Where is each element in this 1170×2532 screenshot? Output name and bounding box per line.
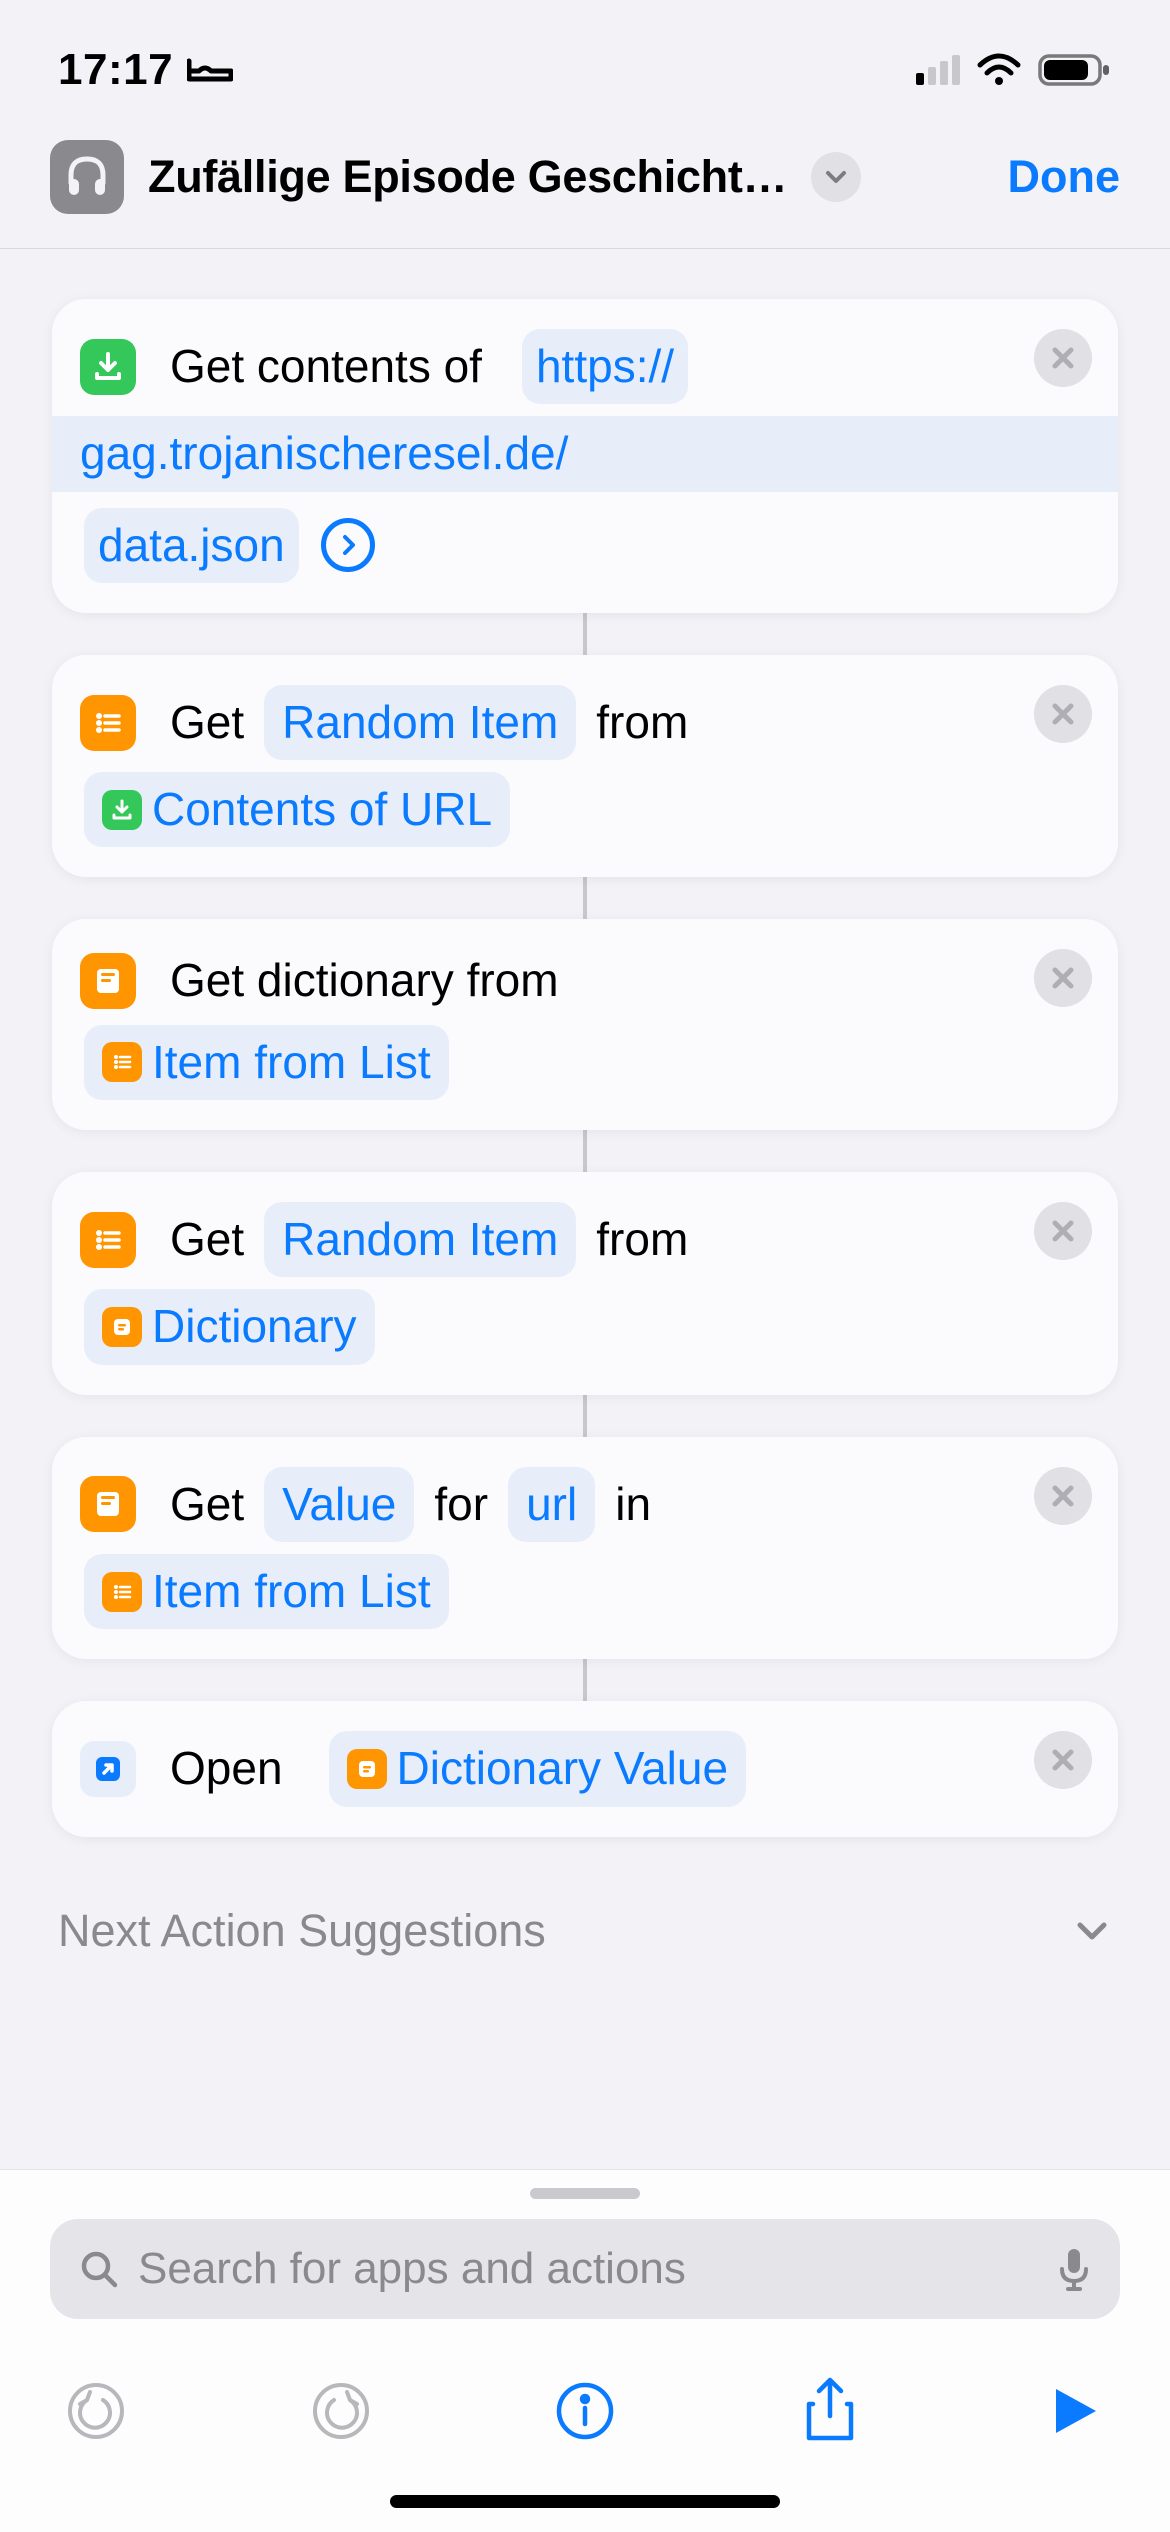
delete-action-button[interactable] [1034,1467,1092,1525]
key-token[interactable]: url [508,1467,595,1542]
variable-label: Contents of URL [152,774,492,845]
done-button[interactable]: Done [1008,151,1121,203]
variable-label: Dictionary [152,1291,357,1362]
box-icon [347,1749,387,1789]
search-icon [78,2248,120,2290]
action-label: from [596,1204,688,1275]
list-icon [102,1042,142,1082]
url-token[interactable]: gag.trojanischeresel.de/ [52,416,1118,491]
action-get-item-from-list[interactable]: Get Random Item from Dictionary [52,1172,1118,1395]
book-icon [80,953,136,1009]
play-button[interactable] [1038,2375,1110,2447]
share-button[interactable] [794,2375,866,2447]
connector [583,1395,587,1437]
redo-button[interactable] [305,2375,377,2447]
connector [583,613,587,655]
download-icon [80,339,136,395]
variable-token[interactable]: Contents of URL [84,772,510,847]
variable-token[interactable]: Item from List [84,1025,449,1100]
delete-action-button[interactable] [1034,1731,1092,1789]
bed-icon [187,55,233,85]
param-token[interactable]: Value [264,1467,414,1542]
action-label: from [596,687,688,758]
delete-action-button[interactable] [1034,685,1092,743]
search-field[interactable]: Search for apps and actions [50,2219,1120,2319]
variable-label: Item from List [152,1027,431,1098]
bottom-panel: Search for apps and actions [0,2169,1170,2532]
url-token[interactable]: https:// [522,329,688,404]
delete-action-button[interactable] [1034,329,1092,387]
action-get-dictionary-value[interactable]: Get Value for url in Item from List [52,1437,1118,1660]
box-icon [102,1307,142,1347]
status-right [916,52,1112,88]
delete-action-button[interactable] [1034,1202,1092,1260]
variable-label: Item from List [152,1556,431,1627]
variable-label: Dictionary Value [397,1733,729,1804]
actions-list: Get contents of https:// gag.trojanische… [0,249,1170,1957]
action-get-item-from-list[interactable]: Get Random Item from Contents of URL [52,655,1118,878]
connector [583,1659,587,1701]
action-label: in [615,1469,651,1540]
arrow-out-icon [80,1741,136,1797]
status-bar: 17:17 [0,0,1170,120]
undo-button[interactable] [60,2375,132,2447]
dictation-icon[interactable] [1056,2245,1092,2293]
list-icon [102,1572,142,1612]
action-get-dictionary-from-input[interactable]: Get dictionary from Item from List [52,919,1118,1130]
action-label: Get [170,1204,244,1275]
variable-token[interactable]: Dictionary [84,1289,375,1364]
download-icon [102,790,142,830]
status-time: 17:17 [58,45,173,95]
expand-action-button[interactable] [321,518,375,572]
connector [583,877,587,919]
action-label: Open [170,1733,283,1804]
action-label: Get [170,687,244,758]
list-icon [80,1212,136,1268]
param-token[interactable]: Random Item [264,1202,576,1277]
action-label: Get dictionary from [170,945,559,1016]
action-label: Get [170,1469,244,1540]
status-left: 17:17 [58,45,233,95]
shortcut-title[interactable]: Zufällige Episode Geschicht… [148,151,787,203]
drag-handle[interactable] [530,2188,640,2199]
title-menu-button[interactable] [811,152,861,202]
param-token[interactable]: Random Item [264,685,576,760]
cellular-signal-icon [916,55,960,85]
editor-header: Zufällige Episode Geschicht… Done [0,120,1170,249]
action-label: for [434,1469,488,1540]
action-label: Get contents of [170,331,482,402]
variable-token[interactable]: Item from List [84,1554,449,1629]
action-get-contents-of-url[interactable]: Get contents of https:// gag.trojanische… [52,299,1118,613]
book-icon [80,1476,136,1532]
suggestions-label: Next Action Suggestions [58,1905,546,1957]
list-icon [80,695,136,751]
wifi-icon [976,53,1022,87]
home-indicator[interactable] [390,2495,780,2508]
battery-icon [1038,52,1112,88]
connector [583,1130,587,1172]
action-open-url[interactable]: Open Dictionary Value [52,1701,1118,1836]
url-token[interactable]: data.json [84,508,299,583]
search-placeholder: Search for apps and actions [138,2244,1038,2294]
next-action-suggestions-header[interactable]: Next Action Suggestions [52,1905,1118,1957]
chevron-down-icon [1072,1911,1112,1951]
info-button[interactable] [549,2375,621,2447]
bottom-toolbar [0,2319,1170,2479]
variable-token[interactable]: Dictionary Value [329,1731,747,1806]
shortcut-glyph-headphones-icon[interactable] [50,140,124,214]
